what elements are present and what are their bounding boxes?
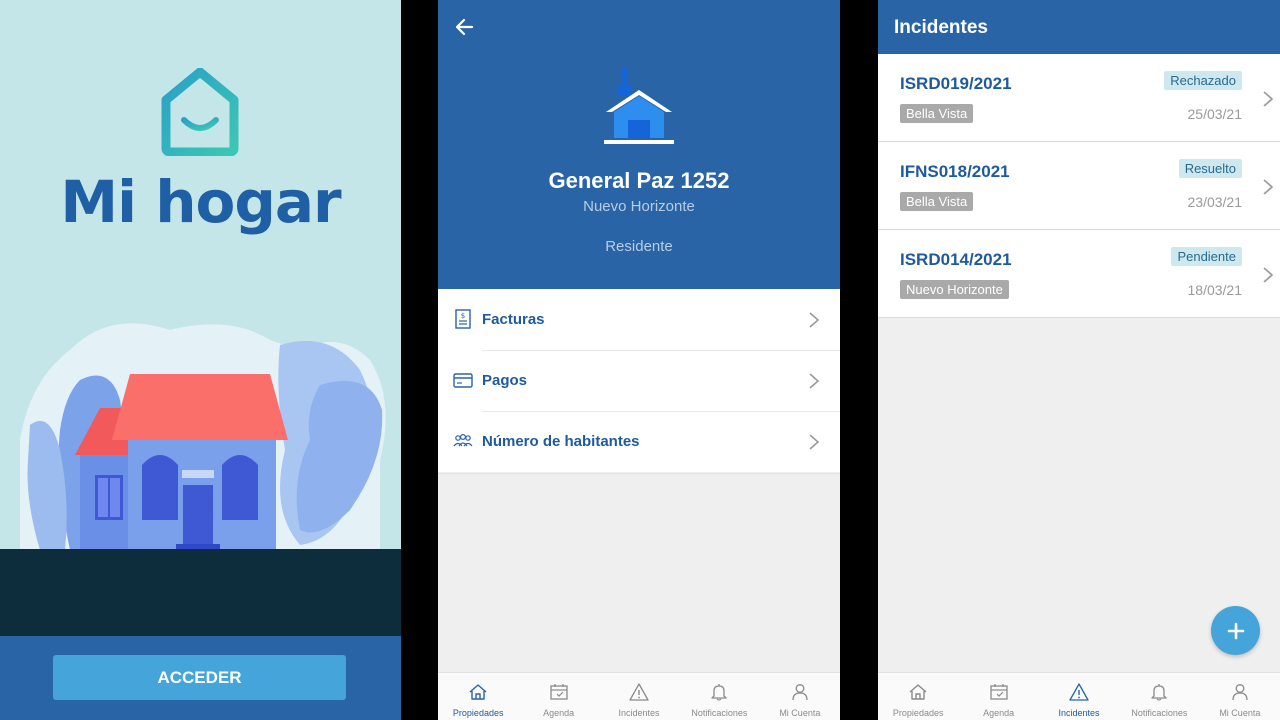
- chevron-right-icon: [1263, 91, 1274, 107]
- invoice-icon: $: [455, 309, 471, 329]
- chevron-right-icon: [809, 434, 820, 450]
- incident-card[interactable]: IFNS018/2021 Bella Vista Resuelto 23/03/…: [878, 142, 1280, 230]
- incident-card[interactable]: ISRD014/2021 Nuevo Horizonte Pendiente 1…: [878, 230, 1280, 318]
- splash-screen: Mi hogar ACCEDER: [0, 0, 401, 720]
- page-title: Incidentes: [894, 17, 988, 38]
- nav-tab-propiedades[interactable]: Propiedades: [878, 673, 958, 720]
- menu-item-label: Facturas: [482, 311, 545, 328]
- menu-divider: [438, 473, 840, 474]
- incidents-header: Incidentes: [878, 0, 1280, 54]
- app-name: Mi hogar: [60, 168, 341, 236]
- incident-status-badge: Pendiente: [1171, 247, 1242, 266]
- nav-tab-label: Agenda: [543, 708, 575, 718]
- menu-item-pagos[interactable]: Pagos: [438, 350, 840, 411]
- nav-tab-incidentes[interactable]: Incidentes: [1039, 673, 1119, 720]
- chevron-right-icon: [809, 312, 820, 328]
- incident-date: 25/03/21: [1187, 106, 1243, 122]
- home-icon: [469, 684, 487, 700]
- menu-item-habitantes[interactable]: Número de habitantes: [438, 411, 840, 472]
- property-neighborhood: Nuevo Horizonte: [583, 198, 695, 215]
- chevron-right-icon: [1263, 179, 1274, 195]
- incident-card[interactable]: ISRD019/2021 Bella Vista Rechazado 25/03…: [878, 54, 1280, 142]
- nav-tab-label: Incidentes: [1058, 708, 1100, 718]
- warning-icon: [629, 683, 649, 701]
- credit-card-icon: [453, 373, 473, 388]
- bell-icon: [711, 684, 728, 701]
- menu-item-label: Número de habitantes: [482, 433, 640, 450]
- incident-location-badge: Bella Vista: [900, 104, 974, 123]
- incident-date: 18/03/21: [1187, 282, 1243, 298]
- nav-tab-label: Propiedades: [892, 708, 944, 718]
- incident-status-badge: Rechazado: [1164, 71, 1242, 90]
- bottom-nav: Propiedades Agenda Incidentes Notificaci…: [438, 672, 840, 720]
- plus-icon: [1227, 622, 1244, 639]
- svg-text:$: $: [461, 312, 465, 320]
- house-icon: [604, 68, 674, 144]
- login-button[interactable]: ACCEDER: [53, 655, 346, 700]
- bottom-nav: Propiedades Agenda Incidentes Notificaci…: [878, 672, 1280, 720]
- incident-status-badge: Resuelto: [1178, 159, 1242, 178]
- nav-tab-mi-cuenta[interactable]: Mi Cuenta: [760, 673, 840, 720]
- chevron-right-icon: [1263, 267, 1274, 283]
- incident-date: 23/03/21: [1187, 194, 1243, 210]
- nav-tab-label: Agenda: [983, 708, 1015, 718]
- nav-tab-incidentes[interactable]: Incidentes: [599, 673, 679, 720]
- incident-code: IFNS018/2021: [900, 162, 1010, 181]
- splash-divider-band: [0, 549, 401, 636]
- property-role: Residente: [605, 238, 673, 255]
- nav-tab-label: Mi Cuenta: [1219, 708, 1261, 718]
- calendar-icon: [549, 684, 568, 700]
- chevron-right-icon: [809, 373, 820, 389]
- user-icon: [792, 684, 808, 701]
- house-illustration: [20, 323, 386, 550]
- menu-item-facturas[interactable]: $ Facturas: [438, 289, 840, 350]
- property-menu: $ Facturas Pagos Número de habitantes: [438, 289, 840, 472]
- smiling-house-icon: [161, 68, 239, 156]
- nav-tab-label: Mi Cuenta: [779, 708, 821, 718]
- calendar-icon: [989, 684, 1008, 700]
- bell-icon: [1151, 684, 1168, 701]
- nav-tab-notificaciones[interactable]: Notificaciones: [1119, 673, 1199, 720]
- people-icon: [453, 433, 473, 447]
- property-screen: General Paz 1252 Nuevo Horizonte Residen…: [438, 0, 840, 720]
- arrow-left-icon[interactable]: [452, 14, 478, 40]
- nav-tab-agenda[interactable]: Agenda: [958, 673, 1038, 720]
- user-icon: [1232, 684, 1248, 701]
- nav-tab-label: Notificaciones: [1131, 708, 1188, 718]
- nav-tab-label: Notificaciones: [691, 708, 748, 718]
- warning-icon: [1069, 683, 1089, 701]
- incident-location-badge: Nuevo Horizonte: [900, 280, 1009, 299]
- property-name: General Paz 1252: [548, 168, 730, 193]
- add-incident-button[interactable]: [1211, 606, 1260, 655]
- nav-tab-agenda[interactable]: Agenda: [518, 673, 598, 720]
- nav-tab-mi-cuenta[interactable]: Mi Cuenta: [1200, 673, 1280, 720]
- nav-tab-label: Incidentes: [618, 708, 660, 718]
- app-showcase: Mi hogar ACCEDER General Paz 1252 Nuevo …: [0, 0, 1280, 720]
- incidents-screen: Incidentes ISRD019/2021 Bella Vista Rech…: [878, 0, 1280, 720]
- menu-item-label: Pagos: [482, 372, 528, 389]
- incident-location-badge: Bella Vista: [900, 192, 974, 211]
- nav-tab-notificaciones[interactable]: Notificaciones: [679, 673, 759, 720]
- incident-code: ISRD014/2021: [900, 250, 1012, 269]
- nav-tab-label: Propiedades: [452, 708, 504, 718]
- incident-list: ISRD019/2021 Bella Vista Rechazado 25/03…: [878, 54, 1280, 318]
- home-icon: [909, 684, 927, 700]
- incident-code: ISRD019/2021: [900, 74, 1012, 93]
- property-header: General Paz 1252 Nuevo Horizonte Residen…: [438, 0, 840, 289]
- nav-tab-propiedades[interactable]: Propiedades: [438, 673, 518, 720]
